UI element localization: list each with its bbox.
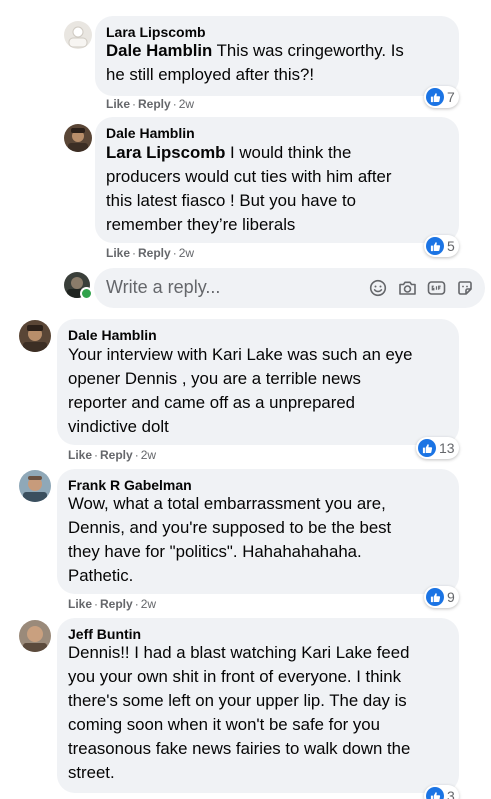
comment-author[interactable]: Dale Hamblin <box>68 327 157 343</box>
gif-icon[interactable] <box>426 278 446 298</box>
comment-author[interactable]: Dale Hamblin <box>106 125 195 141</box>
thumbs-up-icon <box>418 439 436 457</box>
timestamp[interactable]: 2w <box>141 597 156 611</box>
emoji-icon[interactable] <box>368 278 388 298</box>
reaction-count[interactable]: 7 <box>424 86 459 108</box>
thumbs-up-icon <box>426 237 444 255</box>
comment-author[interactable]: Jeff Buntin <box>68 626 141 642</box>
reaction-count-label: 7 <box>447 89 455 105</box>
comment-text: Your interview with Kari Lake was such a… <box>68 345 413 436</box>
comment-text: Dale Hamblin This was cringeworthy. Is h… <box>106 39 456 87</box>
avatar-image-icon <box>64 21 92 49</box>
reply-link[interactable]: Reply <box>100 597 133 611</box>
timestamp[interactable]: 2w <box>179 246 194 260</box>
avatar-image-icon <box>64 124 92 152</box>
online-status-dot <box>80 287 93 300</box>
reply-link[interactable]: Reply <box>138 97 171 111</box>
like-link[interactable]: Like <box>68 448 92 462</box>
avatar-image-icon <box>19 620 51 652</box>
reaction-count-label: 13 <box>439 440 455 456</box>
reply-placeholder: Write a reply... <box>106 277 221 297</box>
avatar-image-icon <box>19 320 51 352</box>
reply-input[interactable]: Write a reply... <box>94 268 485 308</box>
comment-text: Dennis!! I had a blast watching Kari Lak… <box>68 643 411 782</box>
avatar[interactable] <box>64 124 92 152</box>
like-link[interactable]: Like <box>106 246 130 260</box>
reaction-count[interactable]: 13 <box>416 437 459 459</box>
comment-actions: Like · Reply · 2w <box>68 448 157 462</box>
reply-link[interactable]: Reply <box>100 448 133 462</box>
comment-author[interactable]: Lara Lipscomb <box>106 24 206 40</box>
reaction-count[interactable]: 9 <box>424 586 459 608</box>
reaction-count[interactable]: 3 <box>424 785 459 799</box>
avatar[interactable] <box>19 320 51 352</box>
thumbs-up-icon <box>426 588 444 606</box>
comment-author[interactable]: Frank R Gabelman <box>68 477 192 493</box>
avatar[interactable] <box>19 470 51 502</box>
comment-actions: Like · Reply · 2w <box>106 246 195 260</box>
comment-text: Lara Lipscomb I would think the producer… <box>106 141 456 237</box>
reply-link[interactable]: Reply <box>138 246 171 260</box>
sticker-icon[interactable] <box>455 278 475 298</box>
reaction-count[interactable]: 5 <box>424 235 459 257</box>
mention-link[interactable]: Dale Hamblin <box>106 41 212 60</box>
thumbs-up-icon <box>426 787 444 799</box>
reaction-count-label: 9 <box>447 589 455 605</box>
reaction-count-label: 3 <box>447 788 455 799</box>
timestamp[interactable]: 2w <box>179 97 194 111</box>
avatar-image-icon <box>19 470 51 502</box>
like-link[interactable]: Like <box>68 597 92 611</box>
avatar[interactable] <box>19 620 51 652</box>
comment-actions: Like · Reply · 2w <box>106 97 195 111</box>
reaction-count-label: 5 <box>447 238 455 254</box>
reply-tools <box>368 278 475 298</box>
comment-actions: Like · Reply · 2w <box>68 597 157 611</box>
thumbs-up-icon <box>426 88 444 106</box>
like-link[interactable]: Like <box>106 97 130 111</box>
camera-icon[interactable] <box>397 278 417 298</box>
comment-text: Wow, what a total embarrassment you are,… <box>68 494 392 585</box>
avatar[interactable] <box>64 21 92 49</box>
timestamp[interactable]: 2w <box>141 448 156 462</box>
mention-link[interactable]: Lara Lipscomb <box>106 143 225 162</box>
